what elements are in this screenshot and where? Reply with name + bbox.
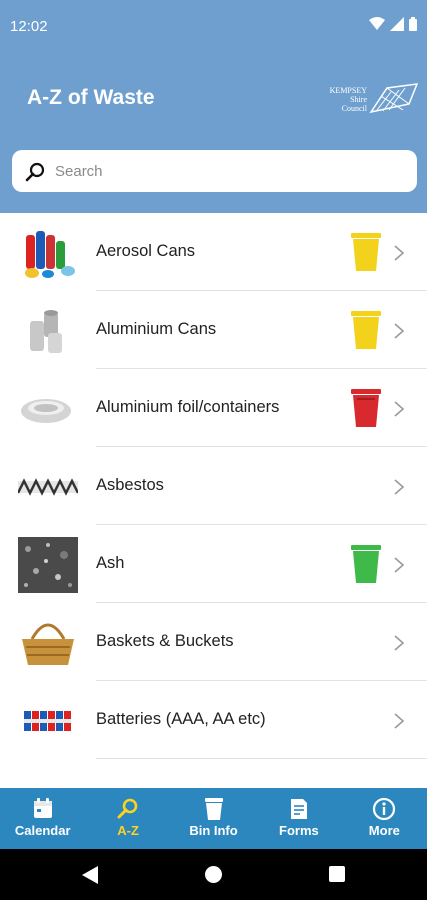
chevron-right-icon bbox=[394, 713, 405, 729]
list-item-baskets-buckets[interactable]: Baskets & Buckets bbox=[0, 603, 427, 681]
list-item-label: Aerosol Cans bbox=[96, 242, 196, 260]
battery-icon bbox=[409, 17, 417, 31]
batteries-thumbnail bbox=[24, 711, 71, 731]
list-item-label: Asbestos bbox=[96, 476, 164, 494]
page-title: A-Z of Waste bbox=[27, 86, 155, 109]
list-item-batteries[interactable]: Batteries (AAA, AA etc) bbox=[0, 681, 427, 759]
list-item-label: Aluminium foil/containers bbox=[96, 398, 280, 416]
back-icon[interactable] bbox=[82, 866, 98, 884]
aluminium-cans-thumbnail bbox=[30, 310, 62, 353]
list-item-label: Aluminium Cans bbox=[96, 320, 217, 338]
yellow-bin-icon bbox=[351, 233, 381, 271]
green-bin-icon bbox=[351, 545, 381, 583]
signal-icon bbox=[390, 17, 404, 31]
red-bin-icon bbox=[351, 389, 381, 427]
tab-a-z[interactable]: A-Z bbox=[85, 788, 170, 849]
status-icons bbox=[369, 17, 417, 31]
tab-label: Calendar bbox=[14, 823, 71, 838]
search-input[interactable] bbox=[55, 150, 395, 192]
list-item-label: Ash bbox=[96, 554, 125, 572]
bin-icon bbox=[204, 798, 223, 820]
list-item-aluminium-foil[interactable]: Aluminium foil/containers bbox=[0, 369, 427, 447]
list-item-asbestos[interactable]: Asbestos bbox=[0, 447, 427, 525]
ash-thumbnail bbox=[18, 537, 78, 593]
bottom-tab-bar: Calendar A-Z Bin Info Forms More bbox=[0, 788, 427, 849]
tab-calendar[interactable]: Calendar bbox=[0, 788, 85, 849]
tab-more[interactable]: More bbox=[342, 788, 427, 849]
list-item-label: Batteries (AAA, AA etc) bbox=[96, 710, 266, 728]
tab-label: Forms bbox=[279, 823, 319, 838]
list-item-aerosol-cans[interactable]: Aerosol Cans bbox=[0, 213, 427, 291]
app-header: 12:02 A-Z of Waste KEMPSEY Shire Council bbox=[0, 0, 427, 213]
tab-forms[interactable]: Forms bbox=[256, 788, 341, 849]
chevron-right-icon bbox=[394, 245, 405, 261]
chevron-right-icon bbox=[394, 323, 405, 339]
recent-apps-icon[interactable] bbox=[329, 866, 345, 882]
list-item-partial[interactable] bbox=[0, 759, 427, 788]
tab-label: A-Z bbox=[117, 823, 139, 838]
info-icon bbox=[373, 797, 396, 821]
aerosol-cans-thumbnail bbox=[25, 231, 75, 278]
search-bar[interactable] bbox=[12, 150, 417, 192]
status-time: 12:02 bbox=[10, 18, 48, 35]
list-item-aluminium-cans[interactable]: Aluminium Cans bbox=[0, 291, 427, 369]
asbestos-thumbnail bbox=[18, 478, 78, 496]
chevron-right-icon bbox=[394, 401, 405, 417]
chevron-right-icon bbox=[394, 479, 405, 495]
basket-thumbnail bbox=[22, 623, 74, 665]
item-thumbnail bbox=[18, 771, 78, 788]
calendar-icon bbox=[33, 798, 52, 818]
search-icon bbox=[117, 798, 138, 819]
tab-bin-info[interactable]: Bin Info bbox=[171, 788, 256, 849]
system-navigation-bar bbox=[0, 849, 427, 900]
chevron-right-icon bbox=[394, 557, 405, 573]
tab-label: More bbox=[368, 823, 400, 838]
wifi-icon bbox=[369, 17, 385, 30]
tab-label: Bin Info bbox=[189, 823, 238, 838]
search-icon bbox=[25, 162, 45, 182]
list-item-label: Baskets & Buckets bbox=[96, 632, 234, 650]
form-icon bbox=[290, 799, 307, 819]
status-bar: 12:02 bbox=[0, 0, 427, 56]
yellow-bin-icon bbox=[351, 311, 381, 349]
aluminium-foil-thumbnail bbox=[21, 399, 71, 423]
home-icon[interactable] bbox=[205, 866, 222, 883]
council-logo: KEMPSEY Shire Council bbox=[325, 80, 421, 116]
chevron-right-icon bbox=[394, 635, 405, 651]
waste-item-list: Aerosol Cans Aluminium Cans Aluminium fo… bbox=[0, 213, 427, 788]
list-item-ash[interactable]: Ash bbox=[0, 525, 427, 603]
